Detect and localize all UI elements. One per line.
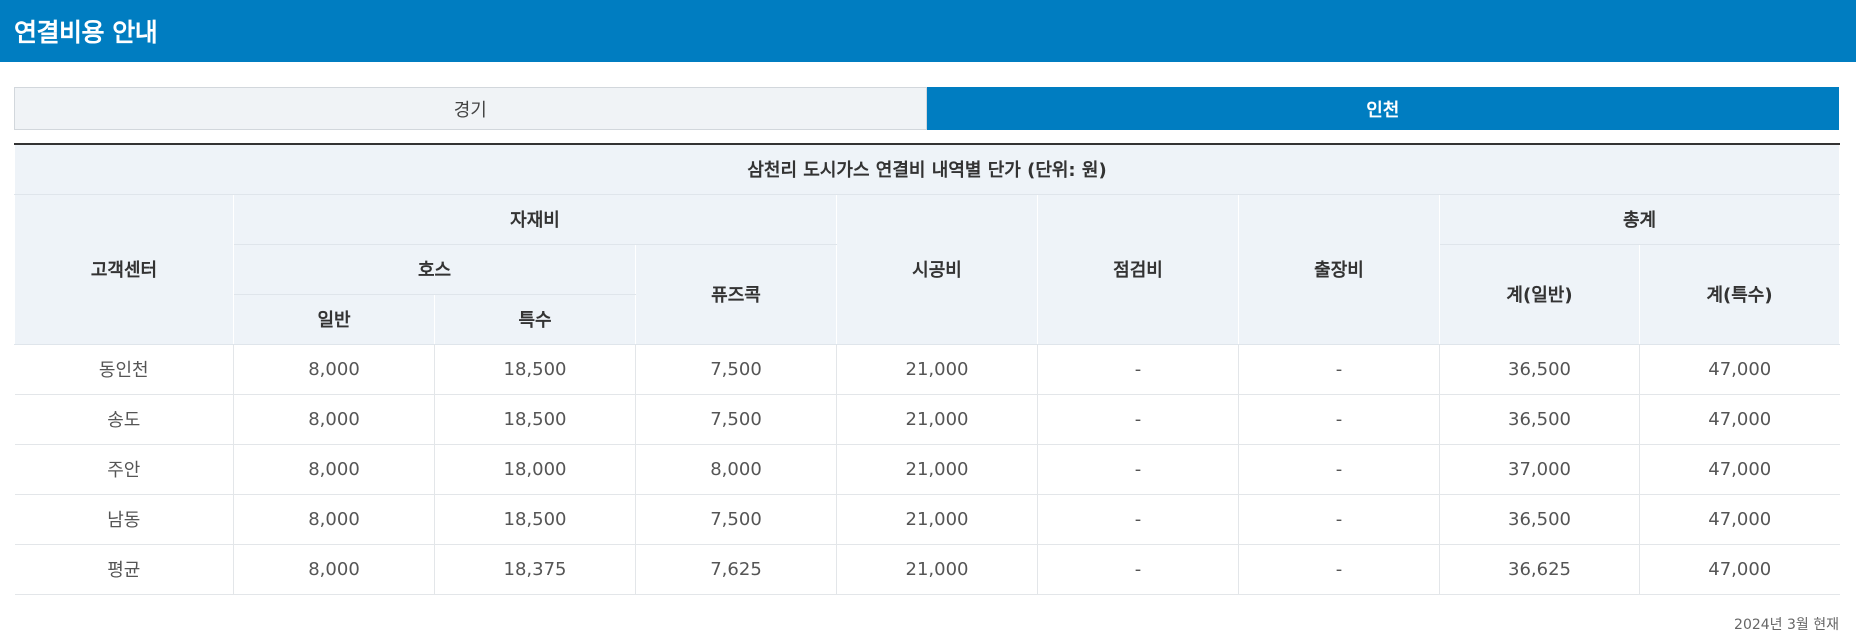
header-hose-general: 일반 <box>233 293 435 345</box>
cell-hose-special: 18,375 <box>434 544 636 595</box>
header-travel: 출장비 <box>1238 193 1440 345</box>
page-title: 연결비용 안내 <box>14 18 158 47</box>
cell-inspection: - <box>1037 344 1239 395</box>
table-caption: 삼천리 도시가스 연결비 내역별 단가 (단위: 원) <box>13 143 1841 195</box>
header-construction: 시공비 <box>836 193 1038 345</box>
table-row: 남동 8,000 18,500 7,500 21,000 - - 36,500 … <box>14 494 1840 545</box>
cell-total-special: 47,000 <box>1638 544 1840 595</box>
date-note: 2024년 3월 현재 <box>1734 617 1839 633</box>
cell-total-special: 47,000 <box>1638 394 1840 445</box>
cell-total-special: 47,000 <box>1638 444 1840 495</box>
cell-construction: 21,000 <box>836 544 1038 595</box>
cell-hose-general: 8,000 <box>233 494 435 545</box>
cell-fusecock: 8,000 <box>635 444 837 495</box>
cell-fusecock: 7,500 <box>635 394 837 445</box>
cell-inspection: - <box>1037 544 1239 595</box>
cell-construction: 21,000 <box>836 344 1038 395</box>
header-total-general: 계(일반) <box>1439 243 1640 345</box>
header-total: 총계 <box>1438 193 1841 245</box>
cell-inspection: - <box>1037 444 1239 495</box>
table-row: 송도 8,000 18,500 7,500 21,000 - - 36,500 … <box>14 394 1840 445</box>
table-row: 주안 8,000 18,000 8,000 21,000 - - 37,000 … <box>14 444 1840 495</box>
cell-total-special: 47,000 <box>1638 494 1840 545</box>
page-header: 연결비용 안내 <box>0 0 1856 62</box>
cell-construction: 21,000 <box>836 444 1038 495</box>
header-total-special: 계(특수) <box>1638 243 1841 345</box>
cell-hose-special: 18,000 <box>434 444 636 495</box>
cell-hose-general: 8,000 <box>233 544 435 595</box>
cell-construction: 21,000 <box>836 394 1038 445</box>
header-hose: 호스 <box>233 243 636 295</box>
cell-center: 주안 <box>14 444 234 495</box>
cell-hose-general: 8,000 <box>233 344 435 395</box>
cost-table-container: 삼천리 도시가스 연결비 내역별 단가 (단위: 원) 고객센터 자재비 시공비… <box>13 143 1841 595</box>
cell-travel: - <box>1238 544 1440 595</box>
header-hose-special: 특수 <box>434 293 636 345</box>
cell-total-general: 36,500 <box>1439 494 1640 545</box>
cell-center: 평균 <box>14 544 234 595</box>
header-inspection: 점검비 <box>1037 193 1239 345</box>
cell-hose-special: 18,500 <box>434 394 636 445</box>
cell-total-special: 47,000 <box>1638 344 1840 395</box>
cell-center: 동인천 <box>14 344 234 395</box>
cell-hose-general: 8,000 <box>233 394 435 445</box>
cell-travel: - <box>1238 344 1440 395</box>
header-materials: 자재비 <box>233 193 837 245</box>
table-row: 평균 8,000 18,375 7,625 21,000 - - 36,625 … <box>14 544 1840 595</box>
cell-center: 남동 <box>14 494 234 545</box>
header-center: 고객센터 <box>14 193 234 345</box>
cell-construction: 21,000 <box>836 494 1038 545</box>
cell-hose-general: 8,000 <box>233 444 435 495</box>
region-tabs: 경기 인천 <box>14 87 1839 130</box>
cell-center: 송도 <box>14 394 234 445</box>
cell-hose-special: 18,500 <box>434 344 636 395</box>
cell-total-general: 36,500 <box>1439 394 1640 445</box>
cell-travel: - <box>1238 444 1440 495</box>
cell-hose-special: 18,500 <box>434 494 636 545</box>
cell-inspection: - <box>1037 394 1239 445</box>
cell-travel: - <box>1238 494 1440 545</box>
cell-total-general: 37,000 <box>1439 444 1640 495</box>
cell-inspection: - <box>1037 494 1239 545</box>
tab-gyeonggi[interactable]: 경기 <box>14 87 927 130</box>
cell-fusecock: 7,500 <box>635 494 837 545</box>
cell-travel: - <box>1238 394 1440 445</box>
header-fusecock: 퓨즈콕 <box>635 243 837 345</box>
cell-fusecock: 7,625 <box>635 544 837 595</box>
cell-fusecock: 7,500 <box>635 344 837 395</box>
table-row: 동인천 8,000 18,500 7,500 21,000 - - 36,500… <box>14 344 1840 395</box>
tab-incheon[interactable]: 인천 <box>926 87 1839 130</box>
connection-cost-table: 삼천리 도시가스 연결비 내역별 단가 (단위: 원) 고객센터 자재비 시공비… <box>13 143 1841 595</box>
cell-total-general: 36,500 <box>1439 344 1640 395</box>
cell-total-general: 36,625 <box>1439 544 1640 595</box>
